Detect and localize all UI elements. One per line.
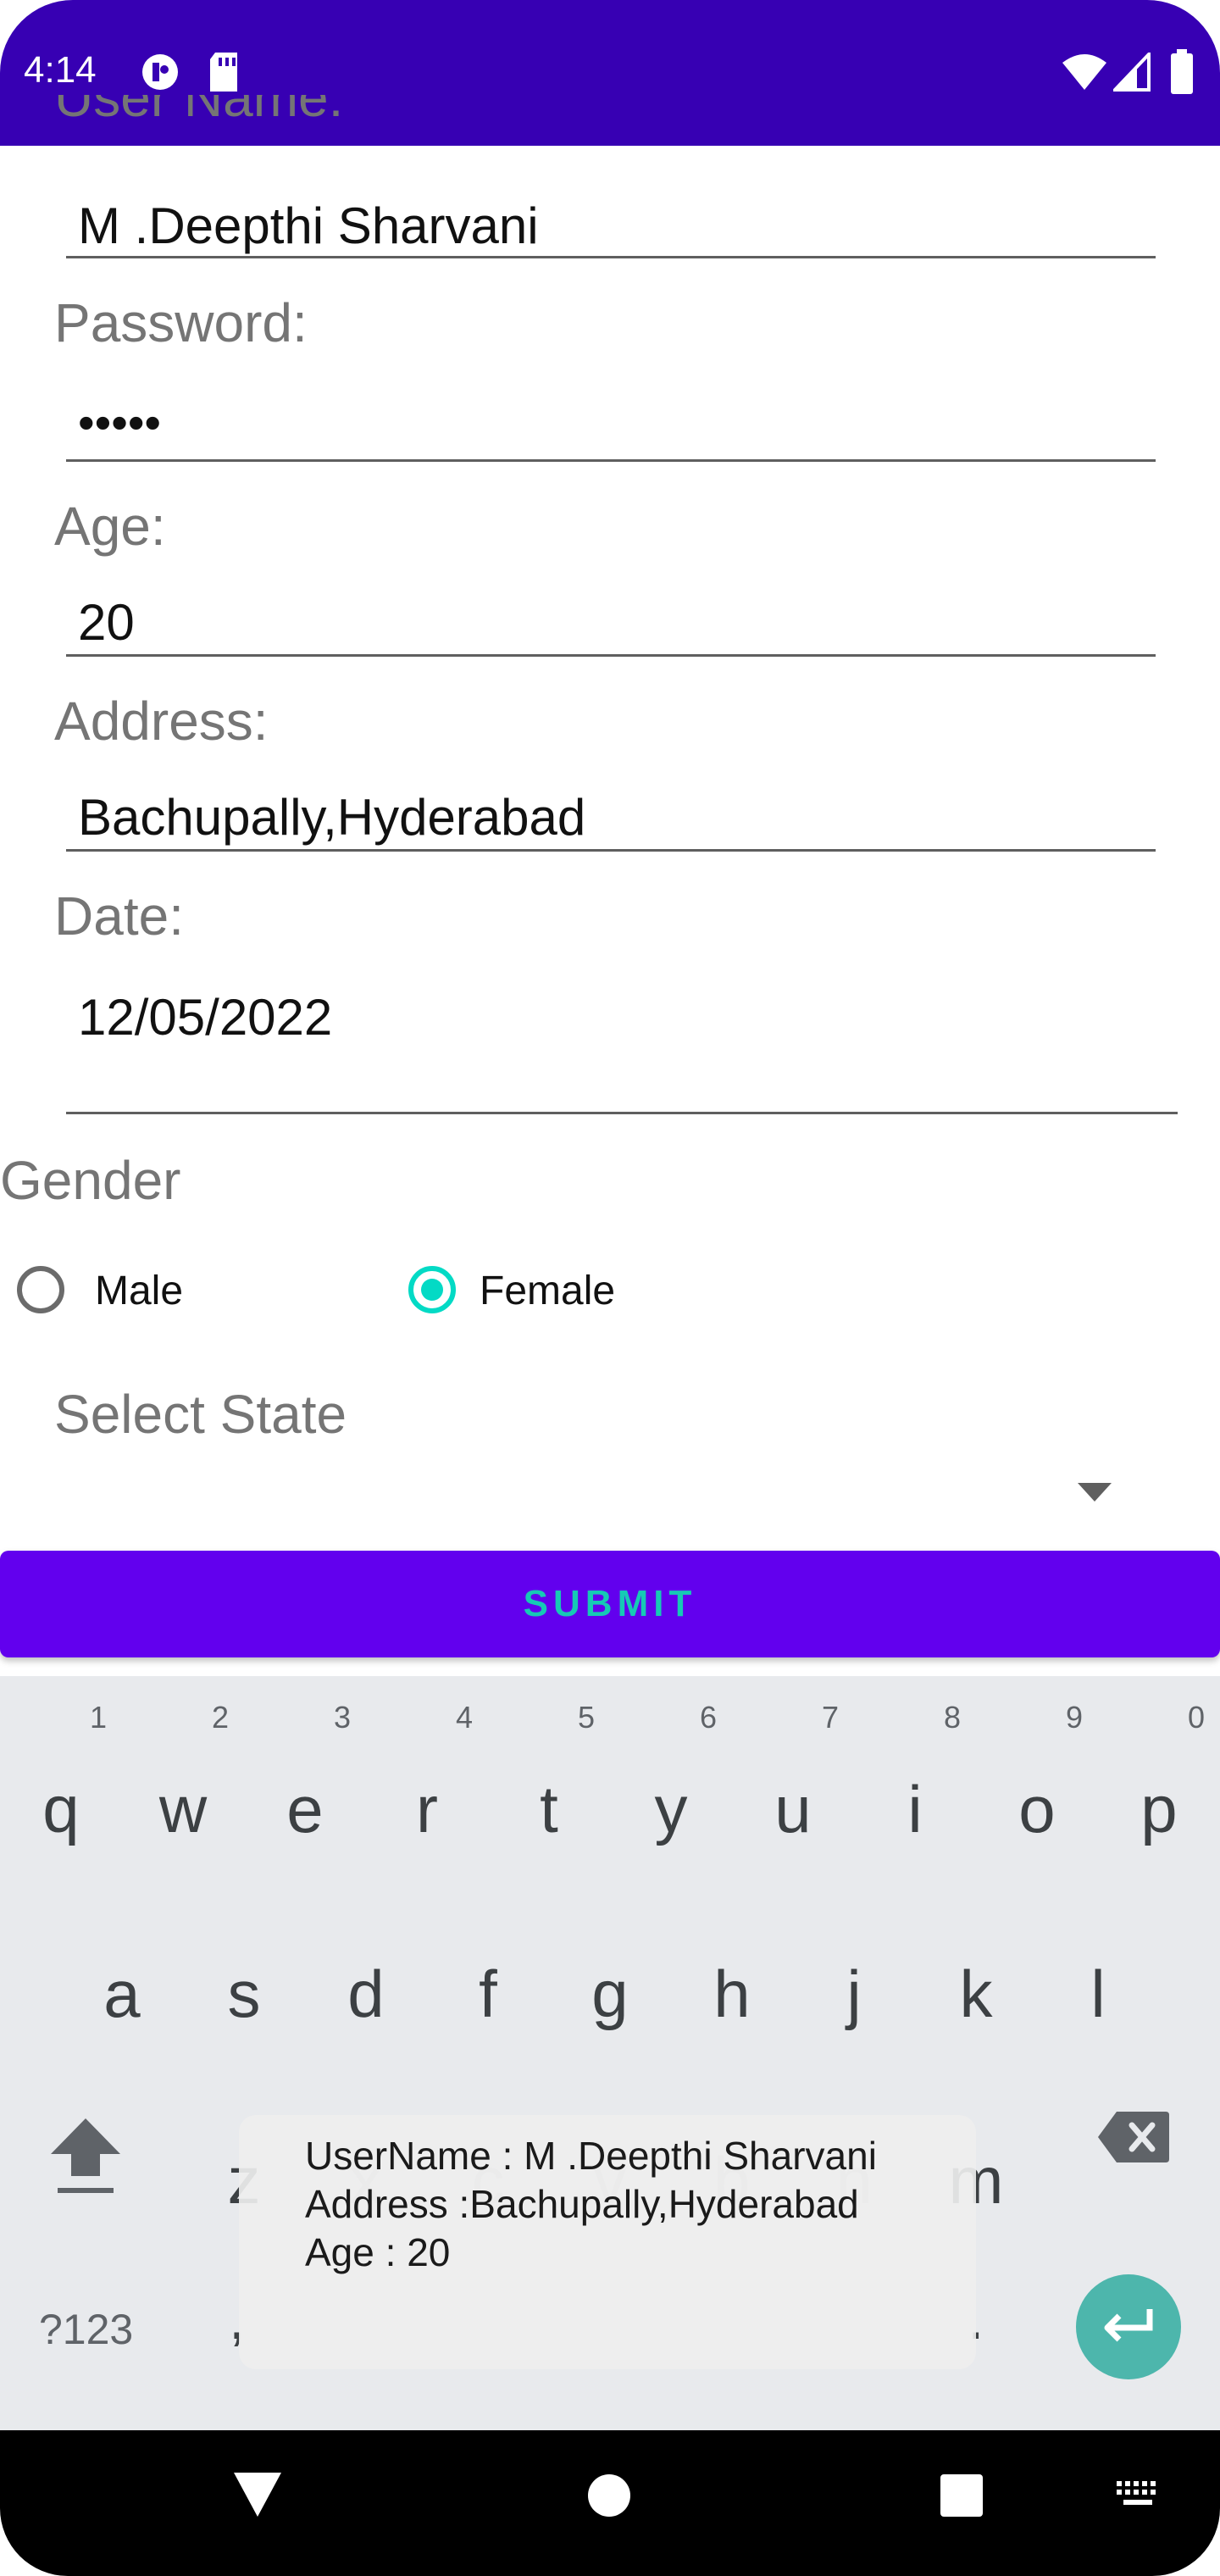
cell-signal-icon [1113,53,1151,92]
key-y[interactable]: y [629,1771,713,1848]
key-hint-6: 6 [699,1700,718,1735]
key-a[interactable]: a [80,1956,164,2033]
key-e[interactable]: e [263,1771,347,1848]
age-underline [66,654,1156,657]
gender-label: Gender [0,1150,181,1211]
address-input[interactable]: Bachupally,Hyderabad [78,788,585,847]
date-underline [66,1112,1178,1114]
back-icon[interactable] [232,2471,283,2518]
key-r[interactable]: r [385,1771,469,1848]
enter-key[interactable] [1076,2274,1181,2379]
key-hint-3: 3 [333,1700,352,1735]
address-label: Address: [54,691,269,752]
address-underline [66,849,1156,852]
age-label: Age: [54,496,166,557]
key-hint-4: 4 [455,1700,474,1735]
toast-line-address: Address :Bachupally,Hyderabad [305,2182,859,2226]
wifi-icon [1062,54,1106,90]
backspace-icon[interactable] [1096,2110,1169,2164]
key-hint-2: 2 [211,1700,230,1735]
key-o[interactable]: o [995,1771,1079,1848]
key-l[interactable]: l [1056,1956,1140,2033]
password-input[interactable]: ••••• [78,395,161,450]
state-spinner[interactable] [0,1457,1220,1525]
radio-female[interactable] [408,1266,456,1313]
battery-icon [1171,49,1193,94]
key-p[interactable]: p [1117,1771,1201,1848]
key-hint-9: 9 [1065,1700,1084,1735]
radio-male-label[interactable]: Male [95,1268,183,1314]
username-input[interactable] [66,192,1174,259]
home-icon[interactable] [586,2473,632,2518]
key-hint-7: 7 [821,1700,840,1735]
key-k[interactable]: k [934,1956,1018,2033]
password-underline [66,459,1156,462]
username-underline [66,256,1156,258]
key-f[interactable]: f [446,1956,530,2033]
key-hint-8: 8 [943,1700,962,1735]
recents-icon[interactable] [939,2473,984,2518]
state-label: Select State [54,1384,347,1445]
sd-card-icon [210,53,237,92]
radio-female-label[interactable]: Female [480,1268,615,1314]
key-g[interactable]: g [568,1956,652,2033]
date-input[interactable]: 12/05/2022 [78,988,332,1046]
enter-icon [1104,2309,1153,2342]
submit-button[interactable]: SUBMIT [0,1551,1220,1657]
navigation-bar [0,2430,1220,2576]
password-label: Password: [54,292,308,353]
key-hint-5: 5 [577,1700,596,1735]
key-w[interactable]: w [141,1771,225,1848]
key-hint-0: 0 [1187,1700,1206,1735]
status-time: 4:14 [24,49,97,91]
age-input[interactable]: 20 [78,593,135,652]
key-h[interactable]: h [690,1956,774,2033]
key-t[interactable]: t [507,1771,591,1848]
key-j[interactable]: j [812,1956,896,2033]
key-hint-1: 1 [89,1700,108,1735]
toast-message: UserName : M .Deepthi Sharvani Address :… [239,2115,976,2369]
key-i[interactable]: i [873,1771,957,1848]
data-saver-icon [142,54,178,90]
toast-line-username: UserName : M .Deepthi Sharvani [305,2134,877,2178]
key-d[interactable]: d [324,1956,408,2033]
symbols-key[interactable]: ?123 [39,2305,133,2354]
username-label: User Name: [54,95,344,128]
key-q[interactable]: q [19,1771,103,1848]
shift-icon[interactable] [47,2117,124,2195]
keyboard-switch-icon[interactable] [1115,2479,1162,2513]
date-label: Date: [54,886,184,947]
radio-male[interactable] [17,1266,64,1313]
key-s[interactable]: s [202,1956,286,2033]
key-u[interactable]: u [751,1771,835,1848]
dropdown-arrow-icon [1078,1483,1112,1502]
toast-line-age: Age : 20 [305,2230,451,2274]
